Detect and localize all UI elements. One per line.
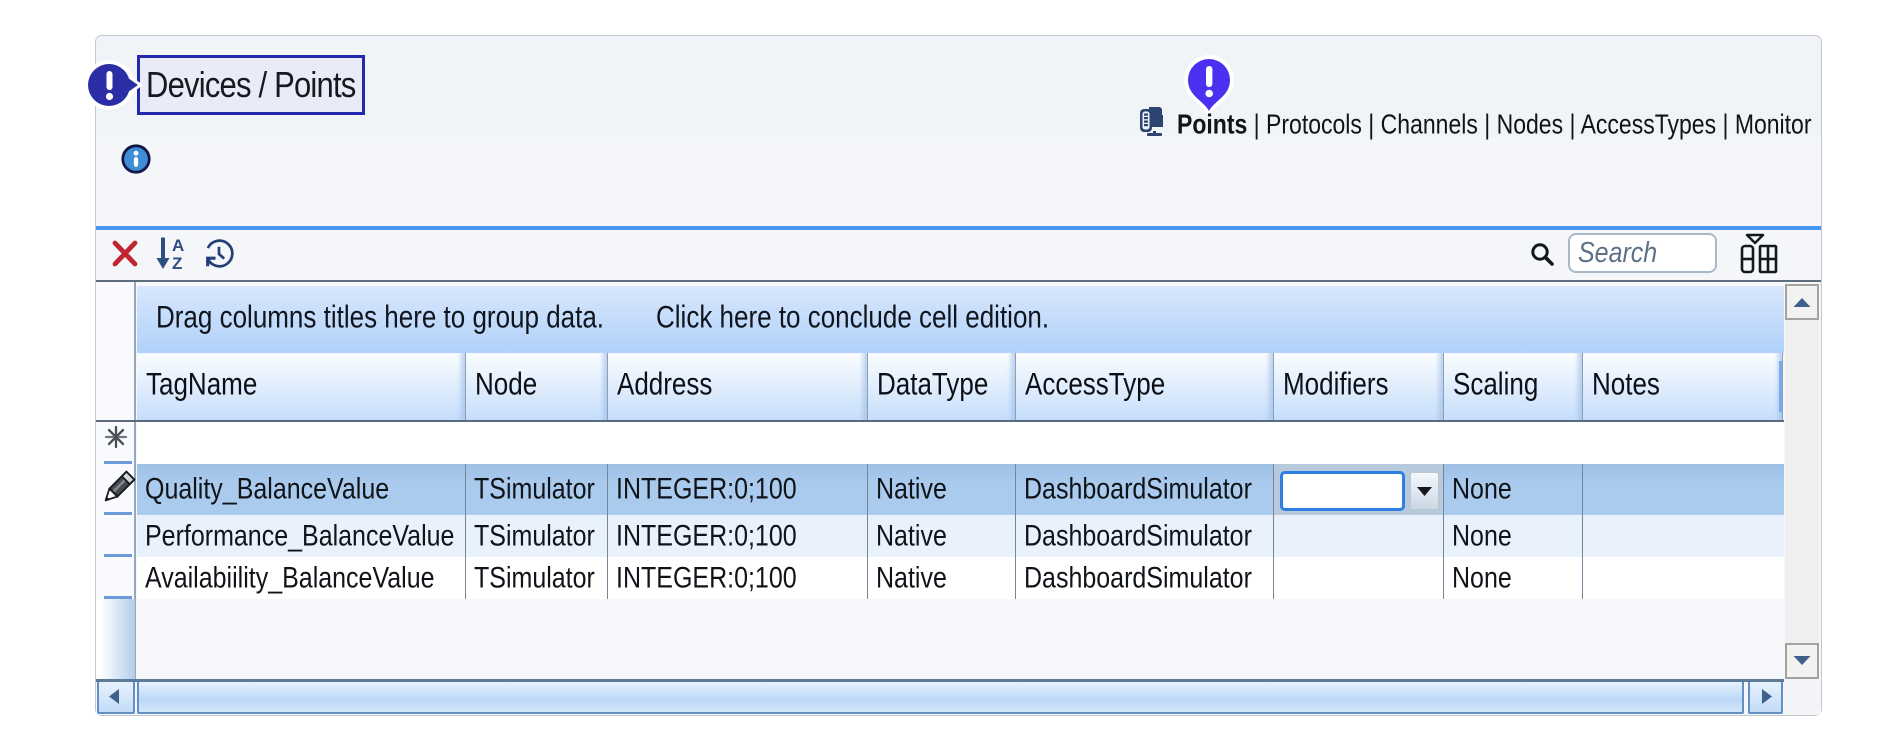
svg-text:A: A: [172, 236, 184, 255]
svg-text:Z: Z: [172, 254, 182, 273]
